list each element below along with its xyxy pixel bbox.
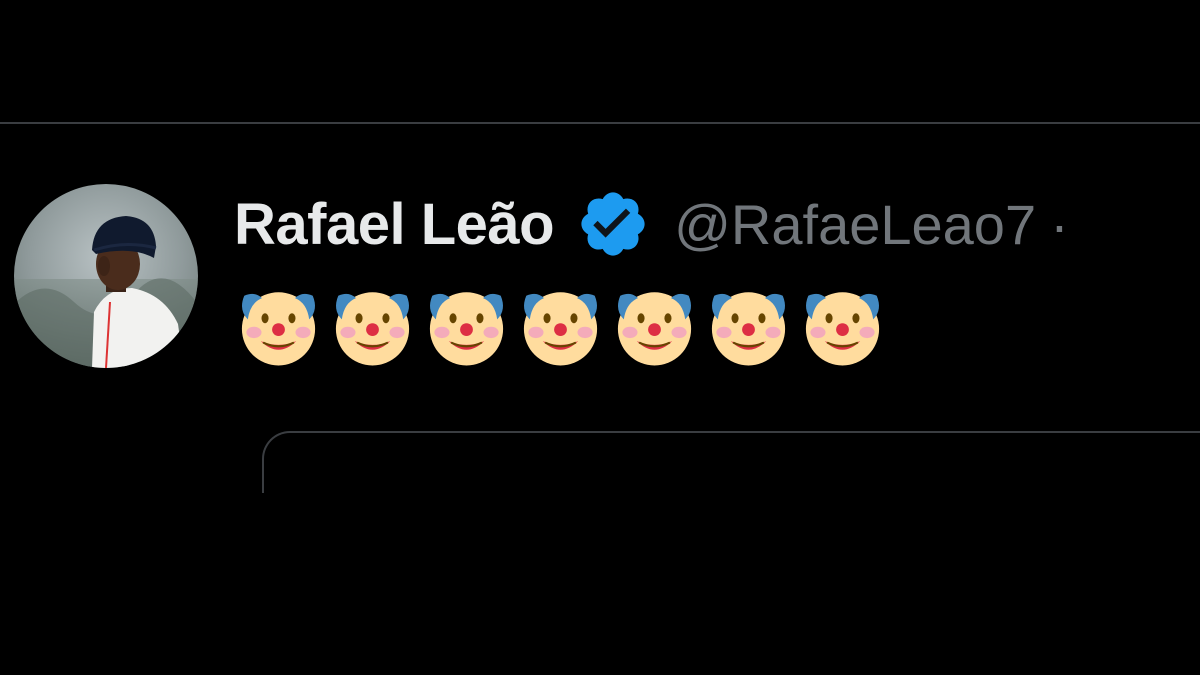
clown-face-icon [335, 292, 410, 366]
quoted-tweet-card[interactable] [262, 431, 1200, 493]
avatar-photo [14, 184, 198, 368]
avatar[interactable] [14, 184, 198, 368]
clown-face-icon [241, 292, 316, 366]
clown-face-icon [805, 292, 880, 366]
tweet[interactable]: Rafael Leão @RafaeLeao7 · [0, 124, 1200, 493]
author-display-name[interactable]: Rafael Leão [234, 191, 555, 258]
tweet-screenshot: Rafael Leão @RafaeLeao7 · [0, 0, 1200, 675]
separator-dot: · [1050, 192, 1069, 256]
verified-badge-icon[interactable] [576, 187, 650, 261]
clown-face-icon [429, 292, 504, 366]
tweet-header: Rafael Leão @RafaeLeao7 · [234, 184, 1069, 264]
clown-face-icon [523, 292, 598, 366]
clown-face-icon [711, 292, 786, 366]
clown-face-icon [617, 292, 692, 366]
tweet-text [236, 284, 885, 374]
author-handle[interactable]: @RafaeLeao7 [674, 192, 1036, 257]
